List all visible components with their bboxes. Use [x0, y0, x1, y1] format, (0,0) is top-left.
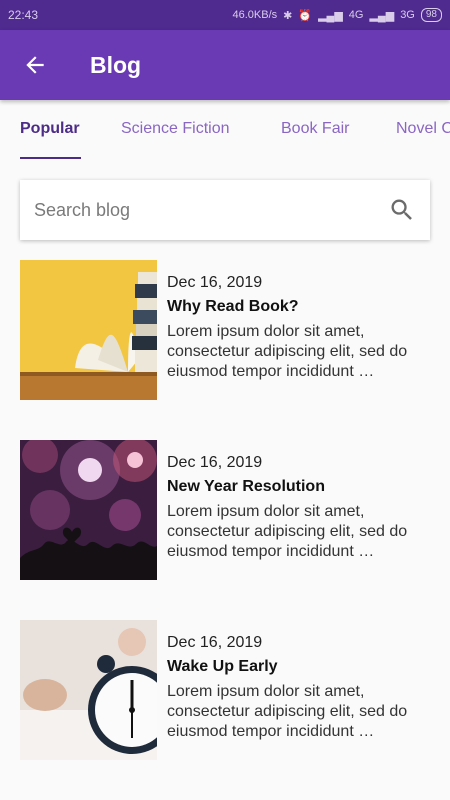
- search-bar: [20, 180, 430, 240]
- post-title: Wake Up Early: [167, 658, 278, 675]
- battery-icon: 98: [420, 8, 442, 22]
- post-content: Dec 16, 2019 New Year Resolution Lorem i…: [157, 440, 430, 580]
- post-content: Dec 16, 2019 Wake Up Early Lorem ipsum d…: [157, 620, 430, 760]
- post-content: Dec 16, 2019 Why Read Book? Lorem ipsum …: [157, 260, 430, 400]
- back-button[interactable]: [0, 30, 70, 100]
- post-thumbnail-alarm-clock: [20, 620, 157, 760]
- network-type-1: 4G: [348, 9, 364, 21]
- post-date: Dec 16, 2019: [167, 274, 263, 291]
- arrow-left-icon: [26, 56, 44, 74]
- search-input[interactable]: [34, 199, 388, 221]
- tab-popular[interactable]: Popular: [20, 120, 80, 138]
- search-icon[interactable]: [388, 196, 416, 224]
- app-bar: Blog: [0, 30, 450, 100]
- post-date: Dec 16, 2019: [167, 454, 263, 471]
- tab-book-fair[interactable]: Book Fair: [281, 120, 349, 138]
- signal-icon: ▂▄▆: [318, 9, 343, 22]
- status-bar: 22:43 46.0KB/s ✱ ⏰ ▂▄▆ 4G ▂▄▆ 3G 98: [0, 0, 450, 30]
- active-tab-indicator: [20, 157, 81, 159]
- tab-bar: Popular Science Fiction Book Fair Novel …: [0, 100, 450, 160]
- status-time: 22:43: [8, 8, 39, 22]
- post-excerpt: Lorem ipsum dolor sit amet, consectetur …: [167, 503, 408, 560]
- network-speed: 46.0KB/s: [232, 9, 278, 21]
- tab-science-fiction[interactable]: Science Fiction: [121, 120, 230, 138]
- blog-post-card[interactable]: Dec 16, 2019 Why Read Book? Lorem ipsum …: [20, 260, 430, 400]
- post-title: Why Read Book?: [167, 298, 299, 315]
- status-indicators: 46.0KB/s ✱ ⏰ ▂▄▆ 4G ▂▄▆ 3G 98: [232, 8, 442, 22]
- blog-post-card[interactable]: Dec 16, 2019 Wake Up Early Lorem ipsum d…: [20, 620, 430, 760]
- tab-novel[interactable]: Novel C: [396, 120, 450, 138]
- bluetooth-icon: ✱: [283, 9, 293, 22]
- post-excerpt: Lorem ipsum dolor sit amet, consectetur …: [167, 683, 408, 740]
- blog-post-card[interactable]: Dec 16, 2019 New Year Resolution Lorem i…: [20, 440, 430, 580]
- post-date: Dec 16, 2019: [167, 634, 263, 651]
- alarm-icon: ⏰: [298, 9, 313, 22]
- post-thumbnail-fireworks: [20, 440, 157, 580]
- signal-icon-2: ▂▄▆: [369, 9, 395, 22]
- post-excerpt: Lorem ipsum dolor sit amet, consectetur …: [167, 323, 408, 380]
- network-type-2: 3G: [400, 9, 415, 21]
- post-title: New Year Resolution: [167, 478, 325, 495]
- page-title: Blog: [90, 51, 142, 78]
- post-thumbnail-books: [20, 260, 157, 400]
